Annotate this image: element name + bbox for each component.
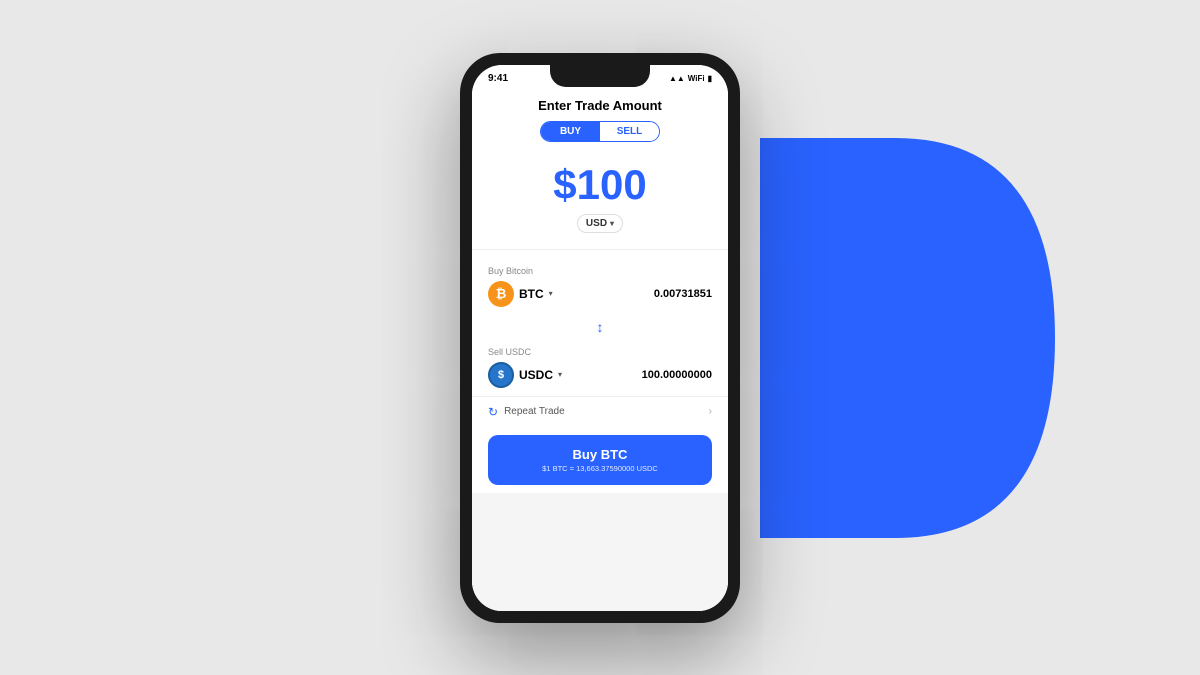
buy-button[interactable]: Buy BTC $1 BTC = 13,663.37590000 USDC: [488, 435, 712, 485]
usdc-icon: $: [488, 362, 514, 388]
phone-screen: 9:41 ▲▲ WiFi ▮ Enter Trade Amount BUY SE…: [472, 65, 728, 611]
divider-1: [472, 249, 728, 250]
amount-section: $100 USD ▾: [472, 150, 728, 241]
repeat-icon: ↻: [488, 405, 498, 419]
battery-icon: ▮: [708, 74, 712, 83]
btc-icon: ₿: [488, 281, 514, 307]
currency-selector[interactable]: USD ▾: [577, 214, 623, 233]
btc-label: BTC: [519, 287, 544, 301]
buy-sell-toggle[interactable]: BUY SELL: [540, 121, 660, 142]
status-icons: ▲▲ WiFi ▮: [669, 74, 712, 83]
btc-selector[interactable]: ₿ BTC ▾: [488, 281, 553, 307]
usdc-chevron-icon: ▾: [558, 370, 562, 379]
currency-chevron-icon: ▾: [610, 219, 614, 228]
coinbase-d-logo: [730, 123, 1070, 553]
buy-bitcoin-section: Buy Bitcoin ₿ BTC ▾ 0.00731851: [472, 258, 728, 315]
phone-frame: 9:41 ▲▲ WiFi ▮ Enter Trade Amount BUY SE…: [460, 53, 740, 623]
amount-display[interactable]: $100: [488, 164, 712, 206]
usdc-amount: 100.00000000: [642, 369, 712, 381]
sell-usdc-label: Sell USDC: [488, 347, 712, 357]
page-title: Enter Trade Amount: [488, 98, 712, 113]
signal-icon: ▲▲: [669, 74, 685, 83]
phone-notch: [550, 65, 650, 87]
usdc-selector[interactable]: $ USDC ▾: [488, 362, 562, 388]
app-content: Enter Trade Amount BUY SELL $100 USD ▾: [472, 88, 728, 611]
usdc-label: USDC: [519, 368, 553, 382]
buy-bitcoin-label: Buy Bitcoin: [488, 266, 712, 276]
sell-usdc-section: Sell USDC $ USDC ▾ 100.00000000: [472, 339, 728, 396]
repeat-trade-row[interactable]: ↻ Repeat Trade ›: [472, 396, 728, 427]
status-time: 9:41: [488, 73, 508, 84]
swap-arrow-section: ↕: [472, 315, 728, 339]
wifi-icon: WiFi: [688, 74, 705, 83]
sell-usdc-row: $ USDC ▾ 100.00000000: [488, 362, 712, 388]
buy-button-main-label: Buy BTC: [500, 447, 700, 462]
repeat-trade-label: Repeat Trade: [504, 406, 565, 417]
buy-button-sub-label: $1 BTC = 13,663.37590000 USDC: [500, 464, 700, 473]
currency-label: USD: [586, 218, 607, 229]
btc-amount: 0.00731851: [654, 288, 712, 300]
gray-bottom: [472, 493, 728, 611]
swap-icon[interactable]: ↕: [597, 319, 604, 335]
app-header: Enter Trade Amount BUY SELL: [472, 88, 728, 150]
sell-tab[interactable]: SELL: [600, 122, 659, 141]
btc-chevron-icon: ▾: [549, 289, 553, 298]
buy-tab[interactable]: BUY: [541, 122, 600, 141]
repeat-trade-left: ↻ Repeat Trade: [488, 405, 565, 419]
buy-bitcoin-row: ₿ BTC ▾ 0.00731851: [488, 281, 712, 307]
repeat-chevron-icon: ›: [709, 406, 712, 417]
